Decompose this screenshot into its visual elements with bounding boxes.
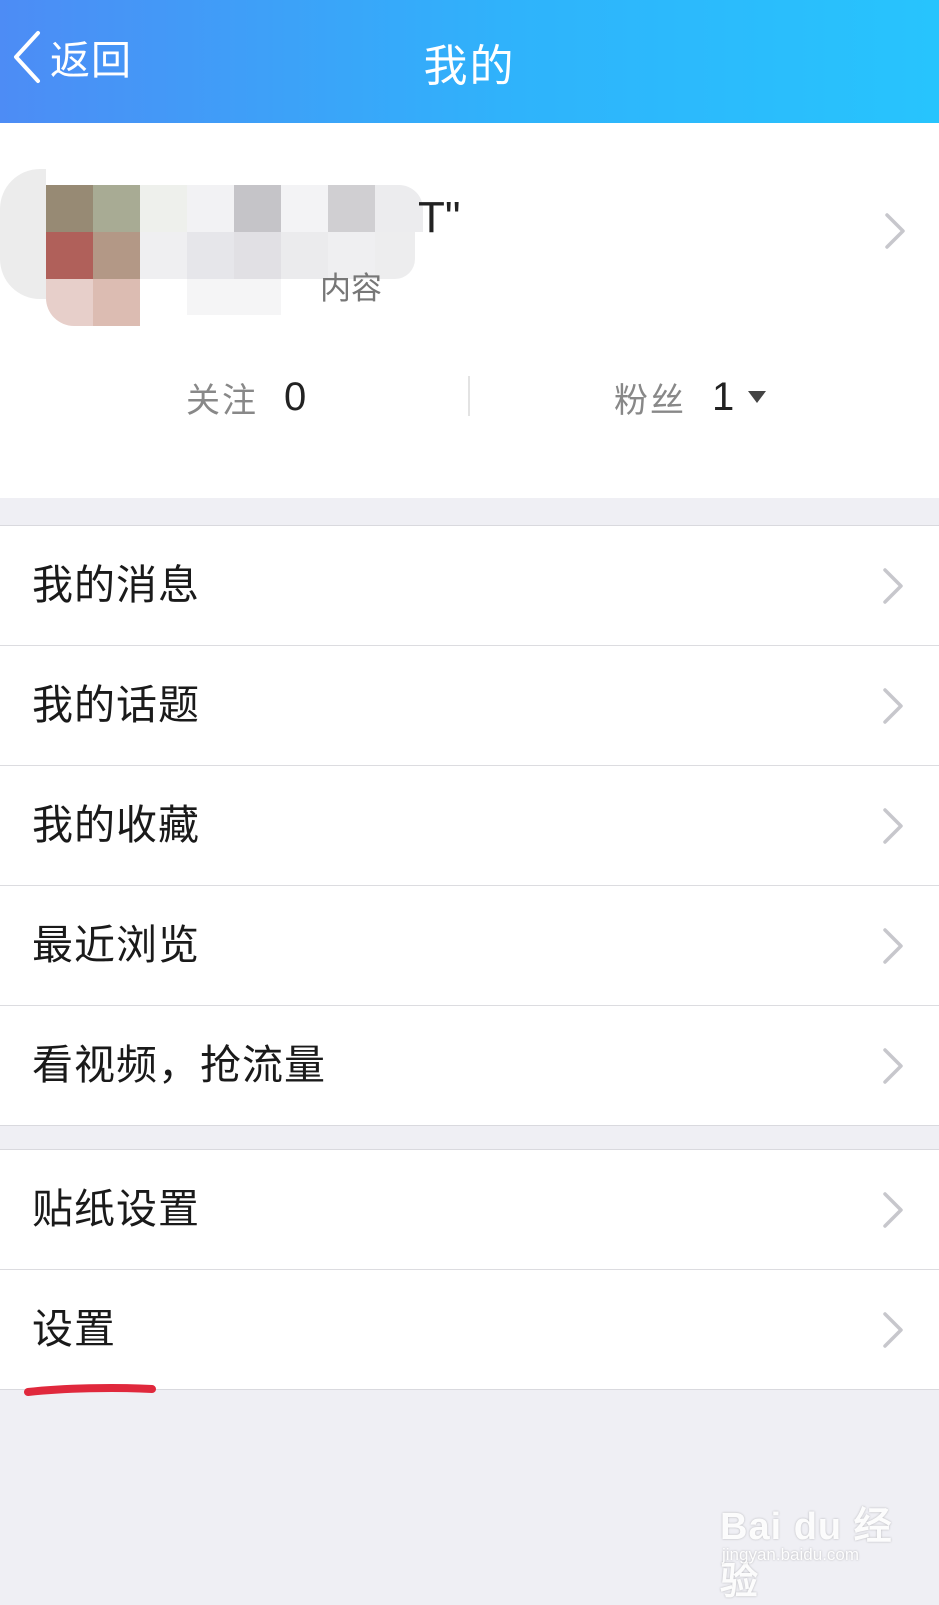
menu-item-label: 我的消息 (32, 561, 200, 609)
caret-down-icon (748, 391, 767, 403)
chevron-right-icon (883, 568, 903, 604)
profile-stats: 关注 0 粉丝 1 (0, 368, 939, 426)
chevron-right-icon (883, 1312, 903, 1348)
chevron-right-icon (883, 928, 903, 964)
watermark-url: jingyan.baidu.com (722, 1545, 860, 1564)
menu-item-label: 最近浏览 (32, 921, 200, 969)
chevron-right-icon (883, 1192, 903, 1228)
menu-group-2: 贴纸设置 设置 (0, 1149, 939, 1390)
annotation-underline (24, 1384, 156, 1396)
chevron-right-icon (883, 808, 903, 844)
menu-item-label: 设置 (32, 1305, 116, 1353)
chevron-right-icon (885, 213, 905, 249)
menu-item-label: 看视频，抢流量 (32, 1041, 326, 1089)
stats-divider (468, 376, 470, 416)
menu-item-my-favorites[interactable]: 我的收藏 (0, 765, 939, 885)
fans-label: 粉丝 (614, 380, 686, 421)
page-title: 我的 (423, 41, 516, 92)
chevron-right-icon (883, 1048, 903, 1084)
following-label: 关注 (186, 380, 258, 421)
menu-item-label: 贴纸设置 (32, 1185, 200, 1233)
fans-count: 1 (712, 374, 735, 419)
menu-item-recent-views[interactable]: 最近浏览 (0, 885, 939, 1005)
menu-item-settings[interactable]: 设置 (0, 1269, 939, 1389)
menu-item-label: 我的话题 (32, 681, 200, 729)
menu-item-my-messages[interactable]: 我的消息 (0, 526, 939, 645)
menu-item-label: 我的收藏 (32, 801, 200, 849)
watermark: Bai du 经验 jingyan.baidu.com (720, 1495, 920, 1603)
profile-card[interactable]: T" 内容 关注 0 粉丝 1 (0, 123, 939, 498)
menu-item-watch-video[interactable]: 看视频，抢流量 (0, 1005, 939, 1125)
following-count: 0 (284, 374, 307, 419)
menu-group-1: 我的消息 我的话题 我的收藏 最近浏览 看视频，抢流量 (0, 525, 939, 1126)
fans-stat[interactable]: 粉丝 1 (614, 368, 767, 426)
chevron-right-icon (883, 688, 903, 724)
username: T" (418, 193, 461, 242)
following-stat[interactable]: 关注 0 (186, 368, 306, 426)
navigation-bar: 返回 我的 (0, 0, 939, 123)
user-subtitle: 内容 (320, 271, 382, 307)
menu-item-sticker-settings[interactable]: 贴纸设置 (0, 1150, 939, 1269)
menu-item-my-topics[interactable]: 我的话题 (0, 645, 939, 765)
